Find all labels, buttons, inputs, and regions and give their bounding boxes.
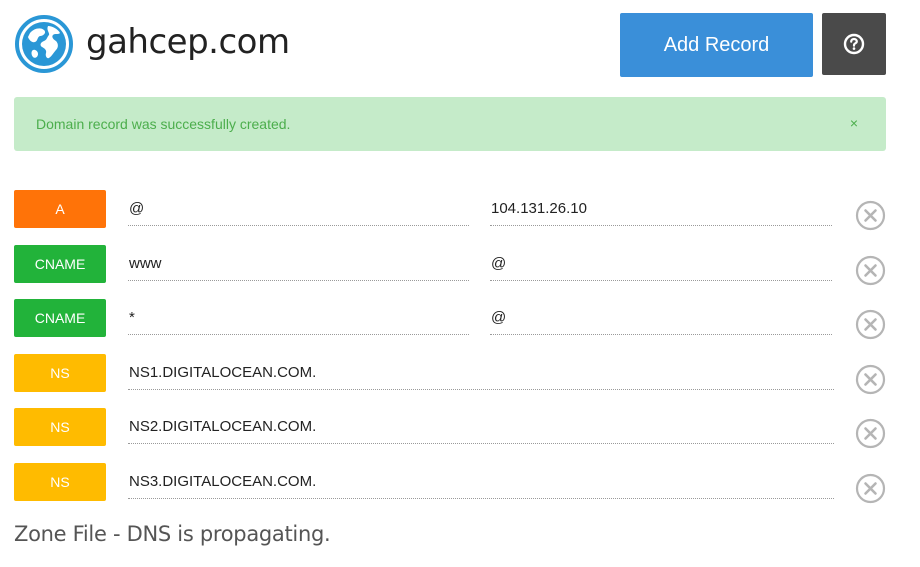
question-circle-icon — [843, 33, 865, 55]
record-row: A @104.131.26.10 — [14, 190, 886, 245]
success-alert: Domain record was successfully created. … — [14, 97, 886, 151]
delete-record-icon[interactable] — [855, 473, 886, 504]
help-button[interactable] — [822, 13, 886, 75]
record-value-field[interactable]: @ — [490, 253, 832, 281]
record-name-field[interactable]: @ — [128, 198, 469, 226]
add-record-button[interactable]: Add Record — [620, 13, 813, 77]
alert-close-button[interactable]: × — [850, 115, 858, 131]
alert-message: Domain record was successfully created. — [36, 116, 291, 132]
record-row: NS NS2.DIGITALOCEAN.COM. — [14, 408, 886, 463]
record-name-field[interactable]: www — [128, 253, 469, 281]
record-name-field[interactable]: * — [128, 307, 469, 336]
record-type-badge[interactable]: CNAME — [14, 244, 106, 283]
record-type-badge[interactable]: NS — [14, 353, 106, 392]
records-list: A @104.131.26.10 CNAME www @ CNAME * @ NS NS1.DIG… — [14, 190, 886, 518]
globe-icon — [15, 15, 73, 73]
delete-record-icon[interactable] — [855, 255, 886, 286]
record-type-badge[interactable]: A — [14, 190, 106, 228]
delete-record-icon[interactable] — [855, 418, 886, 449]
record-row: CNAME * @ — [14, 299, 886, 354]
record-row: NS NS3.DIGITALOCEAN.COM. — [14, 462, 886, 518]
domain-title: gahcep.com — [86, 22, 290, 62]
header: gahcep.com Add Record — [14, 12, 886, 78]
record-name-field[interactable]: NS2.DIGITALOCEAN.COM. — [128, 416, 834, 445]
record-type-badge[interactable]: CNAME — [14, 299, 106, 338]
record-name-field[interactable]: NS3.DIGITALOCEAN.COM. — [128, 471, 834, 499]
record-value-field[interactable]: 104.131.26.10 — [490, 198, 832, 226]
record-row: NS NS1.DIGITALOCEAN.COM. — [14, 353, 886, 409]
delete-record-icon[interactable] — [855, 309, 886, 340]
delete-record-icon[interactable] — [855, 200, 886, 231]
record-value-field[interactable]: @ — [490, 307, 832, 336]
delete-record-icon[interactable] — [855, 364, 886, 395]
record-type-badge[interactable]: NS — [14, 408, 106, 447]
zone-file-status: Zone File - DNS is propagating. — [14, 522, 331, 546]
record-type-badge[interactable]: NS — [14, 462, 106, 501]
record-row: CNAME www @ — [14, 244, 886, 300]
record-name-field[interactable]: NS1.DIGITALOCEAN.COM. — [128, 362, 834, 390]
